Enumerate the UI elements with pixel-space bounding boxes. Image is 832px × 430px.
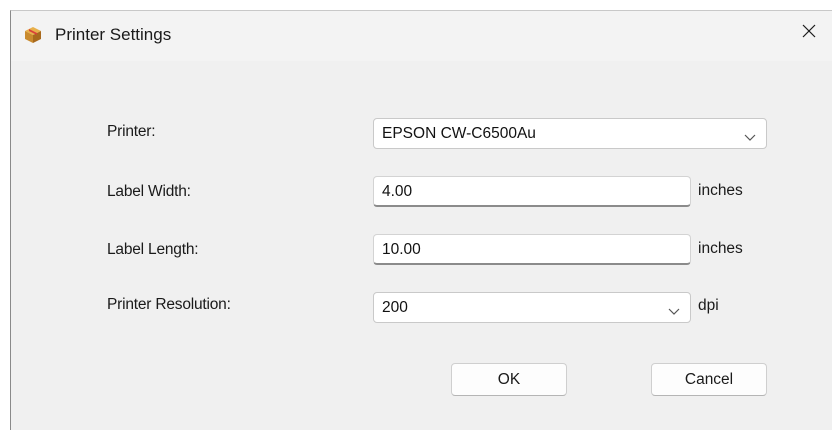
label-width-unit: inches — [698, 182, 743, 199]
printer-select[interactable]: EPSON CW-C6500Au — [373, 118, 767, 149]
printer-settings-dialog: Printer Settings Printer: EPSON CW-C6500… — [10, 10, 832, 430]
title-bar[interactable]: Printer Settings — [11, 11, 832, 61]
close-button[interactable] — [786, 11, 832, 55]
printer-select-value: EPSON CW-C6500Au — [382, 125, 536, 142]
chevron-down-icon — [668, 303, 680, 315]
package-box-icon — [24, 26, 42, 44]
window-title: Printer Settings — [55, 25, 172, 44]
label-length-unit: inches — [698, 240, 743, 257]
printer-resolution-label: Printer Resolution: — [107, 296, 231, 313]
ok-button[interactable]: OK — [451, 363, 567, 396]
label-length-value: 10.00 — [382, 241, 421, 258]
close-icon — [802, 24, 816, 43]
chevron-down-icon — [744, 129, 756, 141]
cancel-button[interactable]: Cancel — [651, 363, 767, 396]
printer-resolution-unit: dpi — [698, 297, 719, 314]
printer-resolution-select[interactable]: 200 — [373, 292, 691, 323]
printer-resolution-value: 200 — [382, 299, 408, 316]
label-width-label: Label Width: — [107, 183, 191, 200]
printer-label: Printer: — [107, 123, 156, 140]
label-length-label: Label Length: — [107, 241, 199, 258]
label-width-value: 4.00 — [382, 183, 413, 200]
label-width-input[interactable]: 4.00 — [373, 176, 691, 207]
label-length-input[interactable]: 10.00 — [373, 234, 691, 265]
